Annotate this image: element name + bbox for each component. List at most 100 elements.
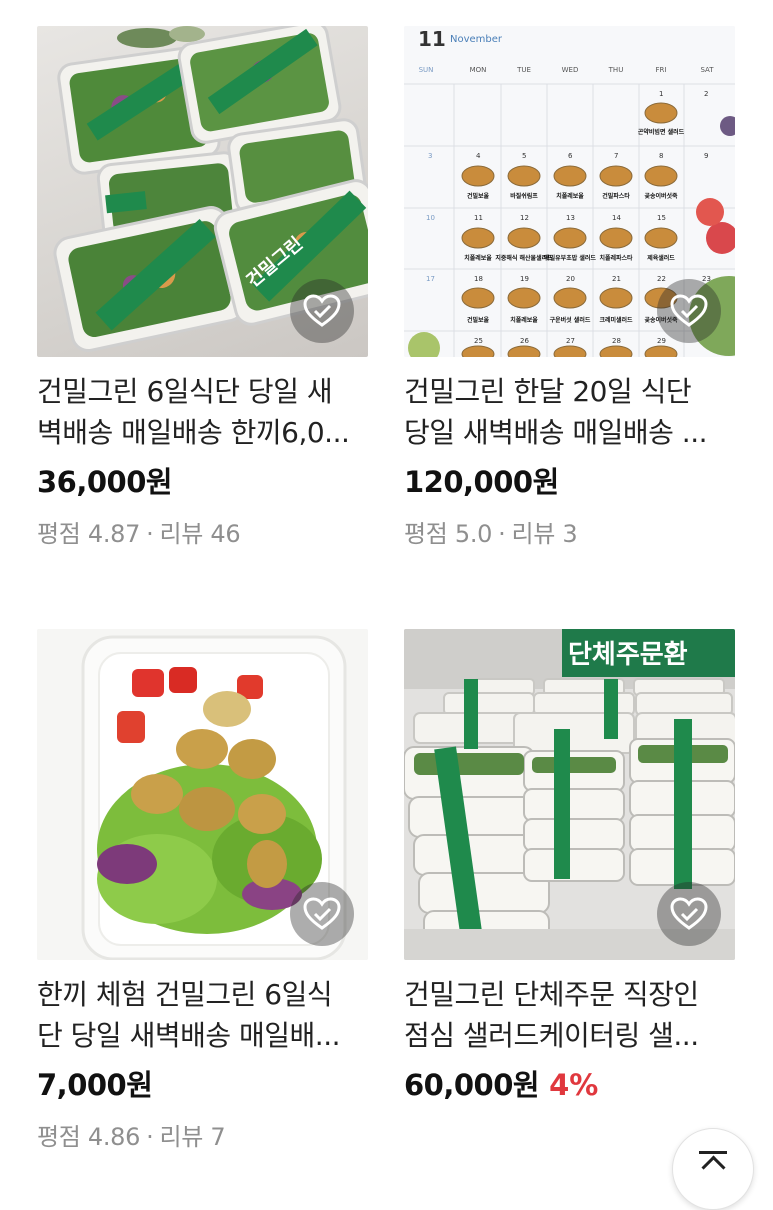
menu-caption: 건밀파스타 xyxy=(602,192,630,200)
rating-row: 평점 5.0 · 리뷰 3 xyxy=(404,514,735,549)
day-number: 22 xyxy=(657,275,666,283)
product-title-line: 당일 새벽배송 매일배송 ... xyxy=(404,416,708,449)
day-number: 3 xyxy=(428,152,432,160)
day-number: 26 xyxy=(520,337,529,345)
rating-row: 평점 4.87 · 리뷰 46 xyxy=(37,514,368,549)
day-number: 18 xyxy=(474,275,483,283)
product-image-shrimp-salad[interactable] xyxy=(37,629,368,960)
review-count: 리뷰 46 xyxy=(159,520,241,548)
day-number: 1 xyxy=(659,90,663,98)
day-number: 29 xyxy=(657,337,666,345)
day-number: 27 xyxy=(566,337,575,345)
day-number: 21 xyxy=(612,275,621,283)
day-number: 2 xyxy=(704,90,708,98)
menu-caption: 건밀보울 xyxy=(467,192,490,200)
product-title-line: 건밀그린 한달 20일 식단 xyxy=(404,375,692,408)
rating-score: 평점 5.0 xyxy=(404,520,493,548)
day-number: 5 xyxy=(522,152,526,160)
product-title[interactable]: 건밀그린 단체주문 직장인 점심 샐러드케이터링 샐... xyxy=(404,974,735,1056)
day-number: 13 xyxy=(566,214,575,222)
product-title-line: 벽배송 매일배송 한끼6,0... xyxy=(37,416,350,449)
discount-rate: 4% xyxy=(549,1068,599,1102)
separator-dot: · xyxy=(146,1123,154,1151)
product-price: 120,000원 xyxy=(404,465,559,499)
product-price: 36,000원 xyxy=(37,465,173,499)
product-title-line: 점심 샐러드케이터링 샐... xyxy=(404,1019,699,1052)
wishlist-button[interactable] xyxy=(290,882,354,946)
weekday-label: MON xyxy=(470,66,487,74)
wishlist-button[interactable] xyxy=(657,279,721,343)
weekday-label: THU xyxy=(608,66,624,74)
separator-dot: · xyxy=(146,520,154,548)
product-title-line: 건밀그린 6일식단 당일 새 xyxy=(37,375,333,408)
scroll-to-top-button[interactable] xyxy=(672,1128,754,1210)
menu-caption: 치폴레보울 xyxy=(510,316,538,324)
product-card-2[interactable]: 11 November SUN MON TUE WED THU FRI SAT … xyxy=(404,26,735,549)
menu-caption: 건밀보울 xyxy=(467,316,490,324)
day-number: 9 xyxy=(704,152,708,160)
weekday-label: FRI xyxy=(656,66,667,74)
weekday-label: TUE xyxy=(516,66,531,74)
day-number: 6 xyxy=(568,152,573,160)
day-number: 11 xyxy=(474,214,483,222)
calendar-month-number: 11 xyxy=(418,27,446,51)
banner-text: 단체주문환 xyxy=(568,640,688,670)
day-number: 8 xyxy=(659,152,663,160)
product-title-line: 한끼 체험 건밀그린 6일식 xyxy=(37,978,333,1011)
menu-caption: 치폴레보울 xyxy=(556,192,584,200)
product-image-group-order[interactable]: 단체주문환 xyxy=(404,629,735,960)
day-number: 19 xyxy=(520,275,529,283)
price-row: 60,000원 4% xyxy=(404,1065,735,1105)
product-title-line: 건밀그린 단체주문 직장인 xyxy=(404,978,699,1011)
product-image-salad-boxes[interactable]: 건밀그린 xyxy=(37,26,368,357)
day-number: 12 xyxy=(520,214,529,222)
product-title[interactable]: 건밀그린 한달 20일 식단 당일 새벽배송 매일배송 ... xyxy=(404,371,735,453)
menu-caption: 크레미샐러드 xyxy=(599,316,633,324)
menu-caption: 제육샐러드 xyxy=(647,254,675,262)
day-number: 7 xyxy=(614,152,618,160)
price-row: 120,000원 xyxy=(404,462,735,502)
day-number: 17 xyxy=(426,275,435,283)
day-number: 10 xyxy=(426,214,435,222)
product-title[interactable]: 한끼 체험 건밀그린 6일식 단 당일 새벽배송 매일배... xyxy=(37,974,368,1056)
product-image-meal-calendar[interactable]: 11 November SUN MON TUE WED THU FRI SAT … xyxy=(404,26,735,357)
price-row: 36,000원 xyxy=(37,462,368,502)
product-card-1[interactable]: 건밀그린 건밀그린 6일식단 당일 새 벽배송 매일배송 한끼6,0... 36… xyxy=(37,26,368,549)
wishlist-button[interactable] xyxy=(290,279,354,343)
heart-icon xyxy=(303,897,341,930)
product-card-4[interactable]: 단체주문환 건밀그린 단체주문 직장인 점심 샐러드케이터링 샐... 60,0… xyxy=(404,629,735,1105)
day-number: 20 xyxy=(566,275,575,283)
review-count: 리뷰 7 xyxy=(159,1123,226,1151)
price-row: 7,000원 xyxy=(37,1065,368,1105)
day-number: 15 xyxy=(657,214,666,222)
menu-caption: 곶송이버섯죽 xyxy=(644,192,678,200)
day-number: 14 xyxy=(612,214,621,222)
day-number: 25 xyxy=(474,337,483,345)
menu-caption: 바질쉬림프 xyxy=(510,192,538,200)
product-title-line: 단 당일 새벽배송 매일배... xyxy=(37,1019,341,1052)
rating-score: 평점 4.86 xyxy=(37,1123,141,1151)
day-number: 28 xyxy=(612,337,621,345)
day-number: 4 xyxy=(476,152,481,160)
weekday-label: SUN xyxy=(419,66,434,74)
menu-caption: 메밀유부초밥 샐러드 xyxy=(544,254,596,262)
calendar-month-name: November xyxy=(450,34,503,45)
arrow-up-to-top-icon xyxy=(699,1151,727,1154)
weekday-label: SAT xyxy=(700,66,714,74)
product-title[interactable]: 건밀그린 6일식단 당일 새 벽배송 매일배송 한끼6,0... xyxy=(37,371,368,453)
heart-icon xyxy=(303,294,341,327)
weekday-label: WED xyxy=(562,66,579,74)
menu-caption: 구운버섯 샐러드 xyxy=(550,316,591,324)
product-card-3[interactable]: 한끼 체험 건밀그린 6일식 단 당일 새벽배송 매일배... 7,000원 평… xyxy=(37,629,368,1152)
product-price: 7,000원 xyxy=(37,1068,153,1102)
separator-dot: · xyxy=(498,520,506,548)
product-price: 60,000원 xyxy=(404,1068,540,1102)
arrow-up-icon xyxy=(701,1155,726,1180)
review-count: 리뷰 3 xyxy=(511,520,578,548)
menu-caption: 치폴레파스타 xyxy=(599,254,633,262)
heart-icon xyxy=(670,294,708,327)
menu-caption: 곤약비빔면 샐러드 xyxy=(638,128,685,136)
rating-score: 평점 4.87 xyxy=(37,520,141,548)
heart-icon xyxy=(670,897,708,930)
wishlist-button[interactable] xyxy=(657,882,721,946)
